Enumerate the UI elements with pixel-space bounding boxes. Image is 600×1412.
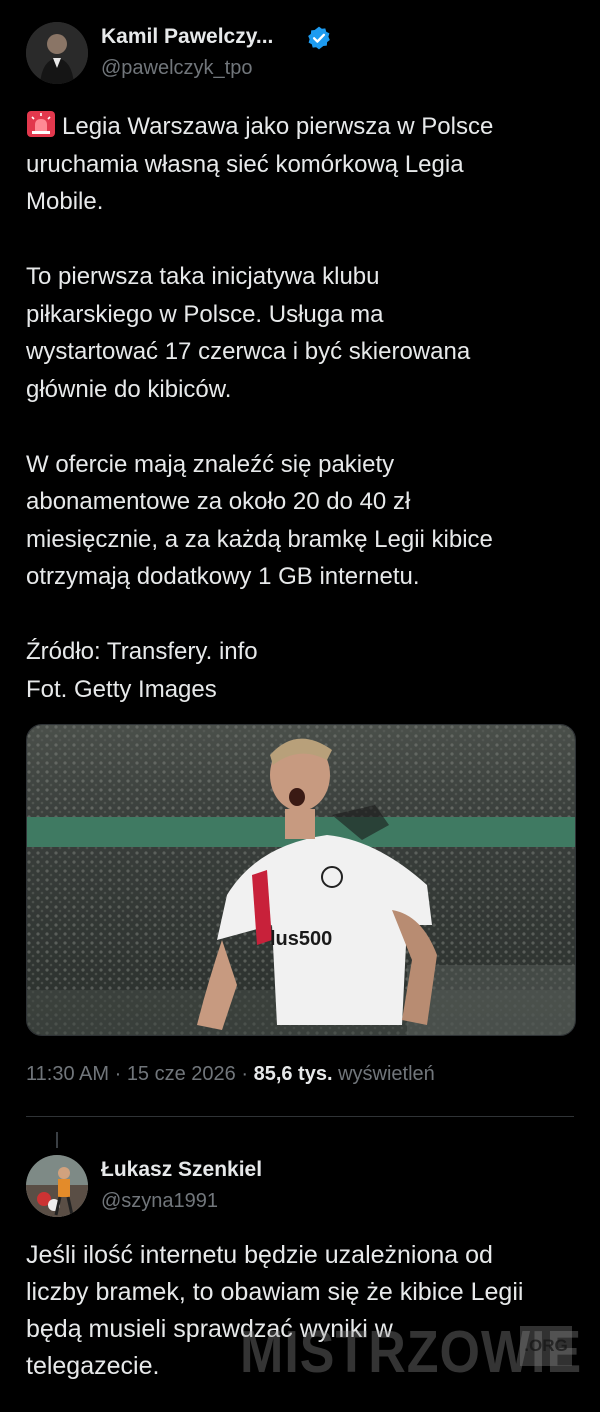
tweet-line: Legia Warszawa jako pierwsza w Polsce bbox=[26, 108, 576, 146]
tweet-text: Legia Warszawa jako pierwsza w Polsce ur… bbox=[26, 108, 576, 708]
tweet-paragraph: To pierwsza taka inicjatywa klubu piłkar… bbox=[26, 258, 576, 408]
reply-line: Jeśli ilość internetu będzie uzależniona… bbox=[26, 1241, 493, 1269]
watermark-suffix: .ORG bbox=[520, 1326, 572, 1366]
views-label: wyświetleń bbox=[338, 1063, 435, 1085]
reply-author-name[interactable]: Łukasz Szenkiel bbox=[101, 1158, 262, 1182]
thread-line bbox=[56, 1132, 58, 1148]
reply-author-handle[interactable]: @szyna1991 bbox=[101, 1190, 218, 1213]
photo-jersey-text: lus500 bbox=[270, 928, 332, 950]
tweet-line: To pierwsza taka inicjatywa klubu bbox=[26, 263, 380, 290]
views-count: 85,6 tys. bbox=[253, 1063, 333, 1085]
verified-badge-icon bbox=[308, 26, 330, 50]
author-name[interactable]: Kamil Pawelczy... bbox=[101, 25, 273, 49]
tweet-line: abonamentowe za około 20 do 40 zł bbox=[26, 488, 411, 515]
reply-author-avatar[interactable] bbox=[26, 1155, 88, 1217]
tweet-paragraph: Legia Warszawa jako pierwsza w Polsce ur… bbox=[26, 108, 576, 221]
reply-line: liczby bramek, to obawiam się że kibice … bbox=[26, 1278, 524, 1306]
tweet-line: miesięcznie, a za każdą bramkę Legii kib… bbox=[26, 525, 493, 553]
tweet-line: wystartować 17 czerwca i być skierowana bbox=[26, 338, 471, 365]
tweet-line: głównie do kibiców. bbox=[26, 375, 232, 403]
tweet-line-text: Legia Warszawa jako pierwsza w Polsce bbox=[62, 113, 494, 140]
police-siren-emoji-icon bbox=[27, 111, 55, 137]
tweet-paragraph: Źródło: Transfery. info Fot. Getty Image… bbox=[26, 633, 576, 708]
tweet-line: Źródło: Transfery. info bbox=[26, 638, 258, 665]
meta-separator: · bbox=[241, 1063, 254, 1085]
tweet-line: Fot. Getty Images bbox=[26, 675, 217, 703]
author-handle[interactable]: @pawelczyk_tpo bbox=[101, 57, 252, 80]
divider bbox=[26, 1116, 574, 1117]
tweet-line: Mobile. bbox=[26, 188, 104, 215]
tweet-metadata: 11:30 AM · 15 cze 2026 · 85,6 tys. wyświ… bbox=[26, 1063, 435, 1086]
tweet-paragraph: W ofercie mają znaleźć się pakiety abona… bbox=[26, 446, 576, 596]
tweet-line: W ofercie mają znaleźć się pakiety bbox=[26, 450, 395, 478]
tweet-line: otrzymają dodatkowy 1 GB internetu. bbox=[26, 563, 420, 590]
tweet-time[interactable]: 11:30 AM bbox=[26, 1063, 109, 1085]
meta-separator: · bbox=[114, 1063, 127, 1085]
tweet-line: uruchamia własną sieć komórkową Legia bbox=[26, 150, 464, 178]
tweet-line: piłkarskiego w Polsce. Usługa ma bbox=[26, 300, 384, 328]
tweet-photo[interactable]: lus500 bbox=[26, 724, 576, 1036]
tweet-date[interactable]: 15 cze 2026 bbox=[127, 1063, 236, 1085]
author-avatar[interactable] bbox=[26, 22, 88, 84]
